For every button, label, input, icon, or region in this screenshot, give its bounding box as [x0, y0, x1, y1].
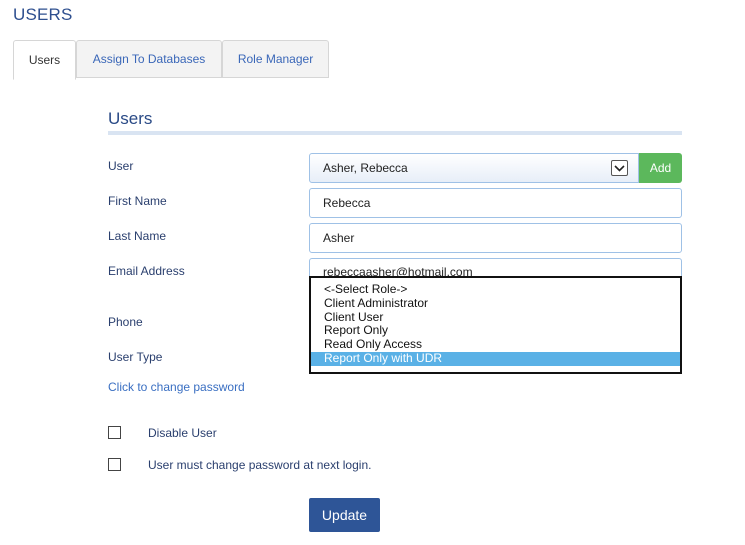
- first-name-label: First Name: [108, 194, 167, 208]
- user-label: User: [108, 159, 134, 173]
- role-option-selected[interactable]: Report Only with UDR: [311, 351, 680, 366]
- section-divider: [108, 131, 682, 135]
- change-password-link[interactable]: Click to change password: [108, 380, 245, 394]
- role-option[interactable]: Client Administrator: [311, 296, 680, 311]
- email-label: Email Address: [108, 264, 185, 278]
- first-name-field[interactable]: Rebecca: [309, 188, 682, 218]
- role-option[interactable]: <-Select Role->: [311, 282, 680, 297]
- user-type-label: User Type: [108, 350, 163, 364]
- tab-users[interactable]: Users: [13, 40, 76, 80]
- disable-user-label: Disable User: [148, 426, 217, 440]
- tab-assign-to-databases[interactable]: Assign To Databases: [76, 40, 222, 78]
- must-change-password-checkbox[interactable]: [108, 458, 121, 471]
- phone-label: Phone: [108, 315, 143, 329]
- update-button[interactable]: Update: [309, 498, 380, 532]
- must-change-password-label: User must change password at next login.: [148, 458, 372, 472]
- role-option[interactable]: Report Only: [311, 324, 680, 338]
- chevron-down-icon[interactable]: [611, 160, 628, 176]
- role-option[interactable]: Client User: [311, 310, 680, 325]
- section-title: Users: [108, 109, 153, 128]
- role-option[interactable]: Read Only Access: [311, 337, 680, 352]
- disable-user-checkbox[interactable]: [108, 426, 121, 439]
- user-select-value: Asher, Rebecca: [323, 161, 408, 175]
- tab-role-manager[interactable]: Role Manager: [222, 40, 329, 78]
- role-dropdown-list[interactable]: <-Select Role-> Client Administrator Cli…: [309, 276, 682, 374]
- last-name-field[interactable]: Asher: [309, 223, 682, 253]
- last-name-label: Last Name: [108, 229, 167, 243]
- add-user-button[interactable]: Add: [639, 153, 682, 183]
- page-title: USERS: [13, 5, 73, 24]
- user-select[interactable]: Asher, Rebecca: [309, 153, 639, 183]
